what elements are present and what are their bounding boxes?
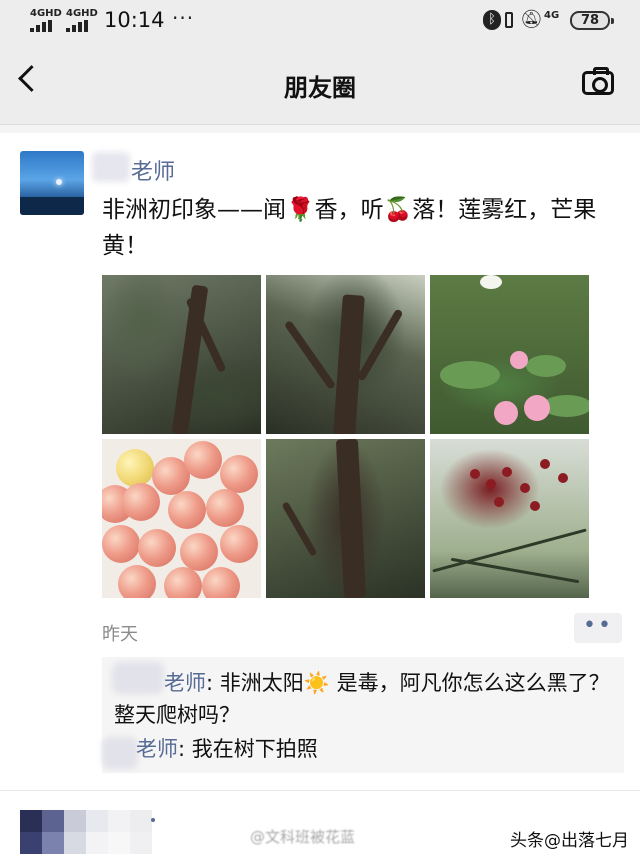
rose-icon: 🌹 (286, 197, 315, 223)
clock: 10:14 (104, 8, 165, 32)
cherry-icon: 🍒 (383, 197, 413, 223)
photo-flowering-branch[interactable] (430, 439, 589, 598)
photo-tree-canopy[interactable] (102, 275, 261, 434)
blurred-name (92, 152, 130, 182)
avatar-sea (20, 197, 84, 215)
signal-icon: 4GHD (30, 8, 62, 32)
photo-wax-apple-tree[interactable] (430, 275, 589, 434)
post-time: 昨天 (102, 624, 138, 645)
comment-separator: : (206, 671, 220, 695)
nav-bar: 朋友圈 (0, 44, 640, 125)
photo-tree-trunk[interactable] (266, 439, 425, 598)
next-post-avatar[interactable] (20, 810, 152, 857)
signal-label: 4GHD (30, 8, 62, 19)
bluetooth-icon: ᛒ (483, 10, 501, 30)
comment-author[interactable]: 老师 (136, 737, 178, 761)
sun-icon: ☀️ (303, 671, 330, 695)
avatar[interactable] (20, 151, 84, 215)
more-notifications-icon: ··· (172, 6, 195, 30)
comment-text: 我在树下拍照 (191, 737, 318, 761)
photo-wax-apples[interactable] (102, 439, 261, 598)
comment-text: 非洲太阳 (219, 671, 304, 695)
author-name[interactable]: 老师 (131, 154, 175, 186)
post-text-part: 非洲初印象——闻 (102, 197, 286, 223)
vibrate-icon (505, 12, 513, 28)
comment-author[interactable]: 老师 (164, 671, 206, 695)
battery-level: 78 (580, 13, 600, 28)
camera-icon[interactable] (582, 67, 614, 95)
page-title: 朋友圈 (284, 74, 356, 102)
next-post-dot (151, 818, 155, 822)
comment[interactable]: 老师: 非洲太阳☀️ 是毒，阿凡你怎么这么黑了？整天爬树吗？ (114, 667, 614, 731)
avatar-sparkle (56, 179, 62, 185)
post-text: 非洲初印象——闻🌹香，听🍒落！莲雾红，芒果黄！ (102, 192, 602, 264)
comment[interactable]: 老师: 我在树下拍照 (114, 733, 614, 765)
photo-climbing-tree[interactable] (266, 275, 425, 434)
network-label: 4G (544, 10, 560, 21)
divider (0, 125, 640, 133)
signal-icon: 4GHD (66, 8, 98, 32)
divider (0, 790, 640, 791)
watermark: 头条@出落七月 (510, 831, 629, 851)
post-text-part: 香，听 (314, 197, 384, 223)
watermark: @文科班被花蓝 (250, 828, 356, 846)
status-bar: 4GHD 4GHD 10:14 ··· ᛒ 🔕︎ 4G 78 (0, 0, 640, 44)
battery-icon: 78 (570, 11, 614, 30)
more-actions-button[interactable]: •• (574, 613, 622, 643)
signal-label: 4GHD (66, 8, 98, 19)
mute-icon: 🔕︎ (520, 9, 543, 30)
comment-box: 老师: 非洲太阳☀️ 是毒，阿凡你怎么这么黑了？整天爬树吗？ 老师: 我在树下拍… (102, 657, 624, 773)
comment-separator: : (178, 737, 192, 761)
